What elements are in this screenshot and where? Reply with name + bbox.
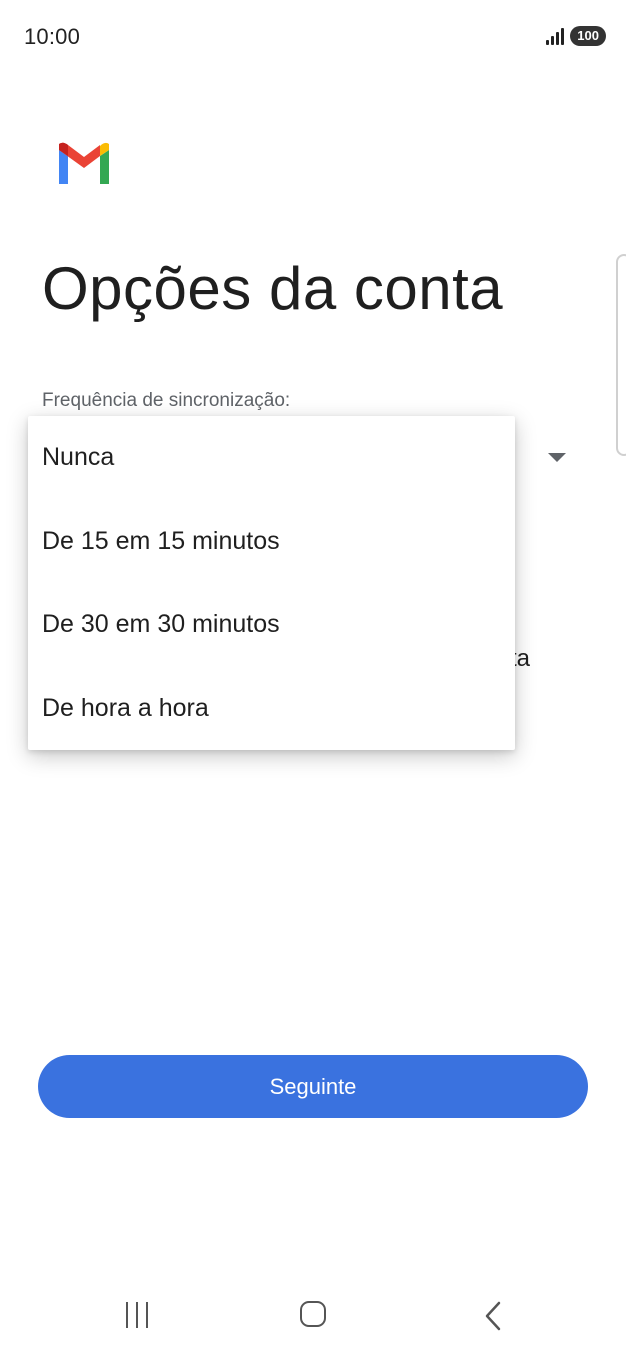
signal-icon [546, 27, 565, 45]
menu-item-15-minutes[interactable]: De 15 em 15 minutos [28, 500, 515, 583]
menu-item-hourly[interactable]: De hora a hora [28, 667, 515, 750]
gmail-logo-icon [59, 142, 109, 184]
sync-frequency-label: Frequência de sincronização: [42, 390, 291, 411]
status-time: 10:00 [24, 24, 81, 49]
next-button[interactable]: Seguinte [38, 1055, 588, 1118]
back-icon[interactable] [480, 1301, 510, 1331]
edge-panel-handle[interactable] [616, 254, 626, 456]
screen: 10:00 100 Opções da conta Frequência de … [0, 0, 626, 1358]
battery-icon: 100 [570, 26, 606, 46]
menu-item-never[interactable]: Nunca [28, 416, 515, 499]
chevron-down-icon[interactable] [548, 453, 566, 462]
recents-icon[interactable] [126, 1302, 148, 1328]
menu-item-30-minutes[interactable]: De 30 em 30 minutos [28, 583, 515, 666]
home-icon[interactable] [300, 1301, 326, 1327]
status-icons: 100 [546, 26, 606, 46]
page-title: Opções da conta [42, 255, 504, 322]
sync-frequency-menu: Nunca De 15 em 15 minutos De 30 em 30 mi… [28, 416, 515, 750]
